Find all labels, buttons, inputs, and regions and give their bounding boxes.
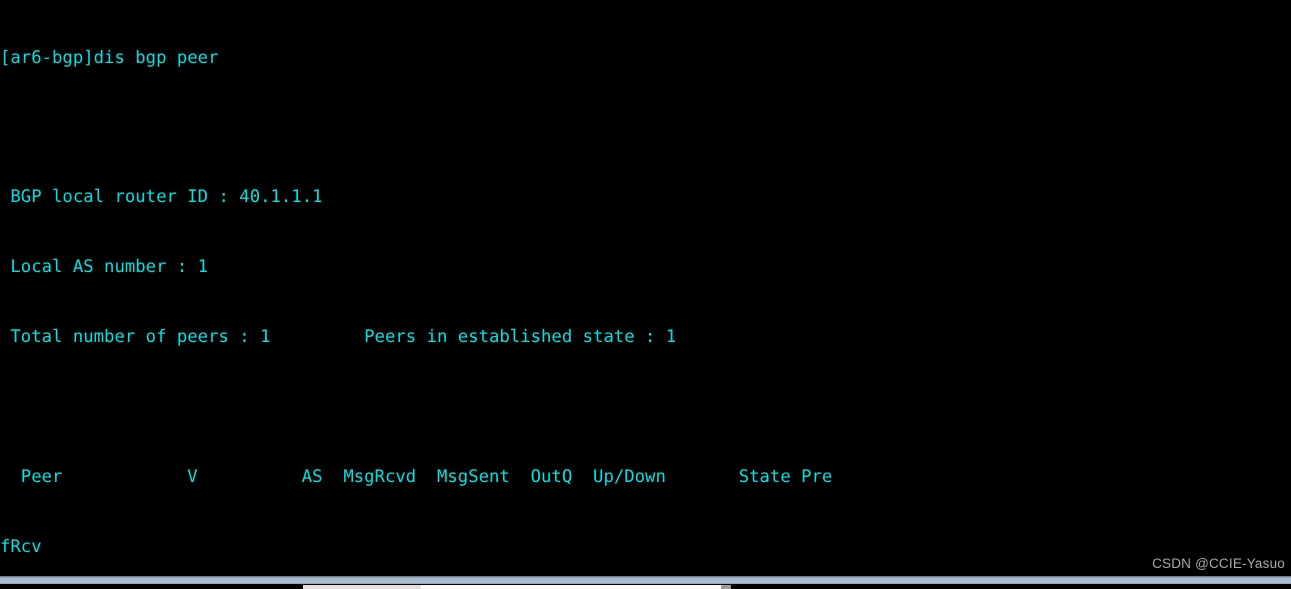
- window-bottom-chrome: [0, 576, 1291, 589]
- console-line: Total number of peers : 1 Peers in estab…: [0, 327, 677, 348]
- horizontal-scrollbar[interactable]: [0, 577, 1291, 584]
- taskbar-window-item[interactable]: [721, 585, 731, 589]
- watermark-label: CSDN @CCIE-Yasuo: [1152, 556, 1285, 571]
- terminal-console[interactable]: [ar6-bgp]dis bgp peer BGP local router I…: [0, 0, 1291, 576]
- console-line: fRcv: [0, 536, 42, 557]
- console-line: [ar6-bgp]dis bgp peer: [0, 47, 219, 68]
- console-line: Peer V AS MsgRcvd MsgSent OutQ Up/Down S…: [0, 466, 833, 487]
- console-line: Local AS number : 1: [0, 257, 209, 278]
- taskbar-window-item[interactable]: [303, 585, 421, 589]
- console-line: BGP local router ID : 40.1.1.1: [0, 187, 323, 208]
- taskbar-window-item[interactable]: [421, 585, 721, 589]
- console-output: [ar6-bgp]dis bgp peer BGP local router I…: [0, 0, 1291, 576]
